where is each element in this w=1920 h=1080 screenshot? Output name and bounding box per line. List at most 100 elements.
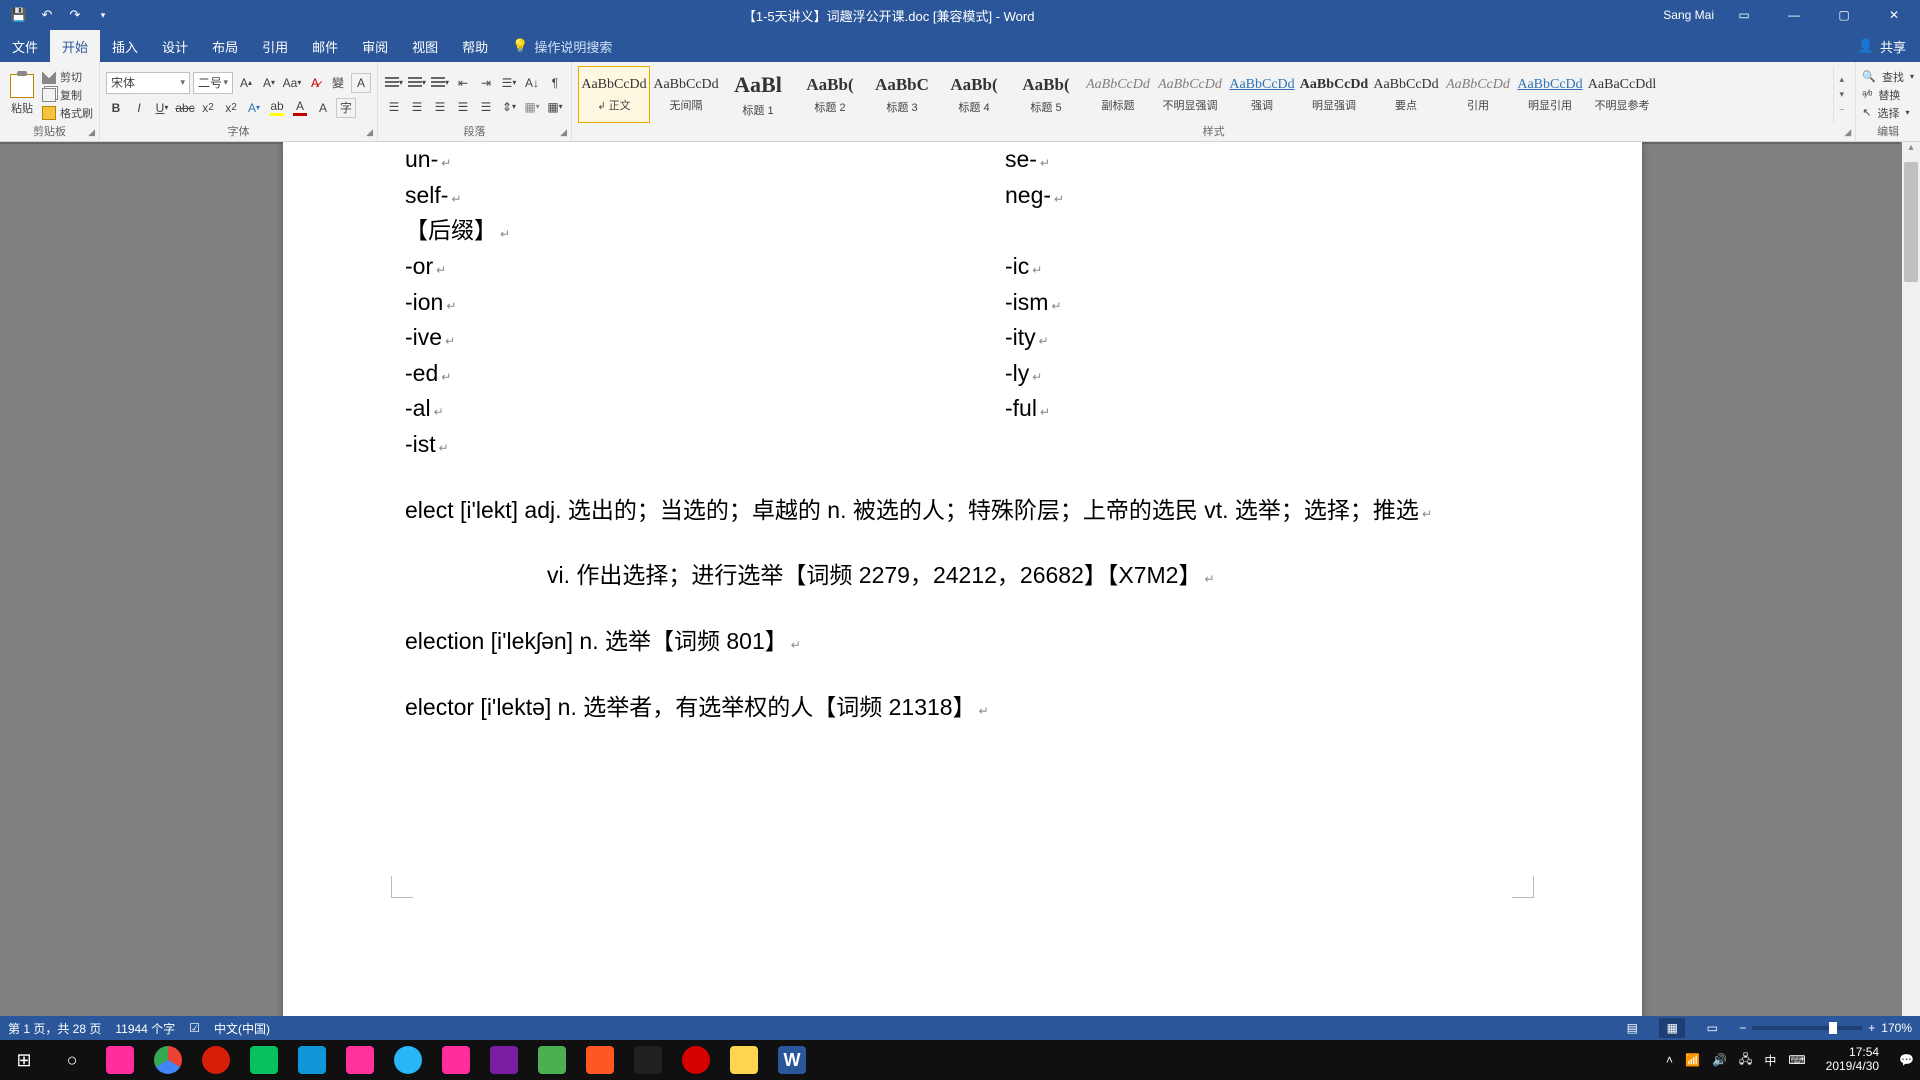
status-language[interactable]: 中文(中国) <box>214 1020 270 1037</box>
view-print-layout[interactable]: ▦ <box>1659 1018 1685 1038</box>
taskbar-app-chrome[interactable] <box>144 1040 192 1080</box>
replace-button[interactable]: ᵃ⁄ᵇ替换 <box>1862 87 1914 103</box>
align-left-button[interactable]: ☰ <box>384 97 404 117</box>
save-button[interactable]: 💾 <box>8 4 30 26</box>
tab-help[interactable]: 帮助 <box>450 30 500 62</box>
ime-indicator[interactable]: 中 <box>1764 1052 1776 1069</box>
shading-button[interactable]: ▦▾ <box>522 97 542 117</box>
zoom-out-button[interactable]: − <box>1739 1021 1746 1035</box>
show-marks-button[interactable]: ¶ <box>545 73 565 93</box>
font-size-selector[interactable]: 二号▾ <box>193 72 233 94</box>
undo-button[interactable]: ↶ <box>36 4 58 26</box>
style-item-7[interactable]: AaBbCcDd副标题 <box>1082 66 1154 123</box>
paste-button[interactable]: 粘贴 <box>6 66 38 123</box>
change-case-button[interactable]: Aa▾ <box>282 73 302 93</box>
style-item-2[interactable]: AaBl标题 1 <box>722 66 794 123</box>
copy-button[interactable]: 复制 <box>42 87 93 103</box>
style-item-11[interactable]: AaBbCcDd要点 <box>1370 66 1442 123</box>
view-web-layout[interactable]: ▭ <box>1699 1018 1725 1038</box>
tray-expand-icon[interactable]: ˄ <box>1666 1053 1673 1067</box>
taskbar-app-8[interactable] <box>528 1040 576 1080</box>
taskbar-app-10[interactable] <box>624 1040 672 1080</box>
justify-button[interactable]: ☰ <box>453 97 473 117</box>
bluetooth-icon[interactable]: 🖧 <box>1739 1050 1752 1071</box>
style-item-5[interactable]: AaBb(标题 4 <box>938 66 1010 123</box>
tab-design[interactable]: 设计 <box>150 30 200 62</box>
zoom-in-button[interactable]: + <box>1868 1021 1875 1035</box>
tab-insert[interactable]: 插入 <box>100 30 150 62</box>
shrink-font-button[interactable]: A▾ <box>259 73 279 93</box>
format-painter-button[interactable]: 格式刷 <box>42 105 93 121</box>
phonetic-guide-button[interactable]: 變 <box>328 73 348 93</box>
superscript-button[interactable]: x2 <box>221 98 241 118</box>
strikethrough-button[interactable]: abc <box>175 98 195 118</box>
bullets-button[interactable]: ▾ <box>384 73 404 93</box>
font-launcher[interactable]: ◢ <box>366 127 373 138</box>
taskbar-app-2[interactable] <box>192 1040 240 1080</box>
style-item-0[interactable]: AaBbCcDd↲ 正文 <box>578 66 650 123</box>
bold-button[interactable]: B <box>106 98 126 118</box>
network-icon[interactable]: 📶 <box>1685 1053 1700 1067</box>
taskbar-app-5[interactable] <box>384 1040 432 1080</box>
style-item-9[interactable]: AaBbCcDd强调 <box>1226 66 1298 123</box>
status-page[interactable]: 第 1 页，共 28 页 <box>8 1020 101 1037</box>
styles-gallery-more[interactable]: ▴▾⎯ <box>1833 66 1849 123</box>
highlight-button[interactable]: ab <box>267 98 287 118</box>
font-name-selector[interactable]: 宋体▾ <box>106 72 190 94</box>
italic-button[interactable]: I <box>129 98 149 118</box>
tab-home[interactable]: 开始 <box>50 30 100 62</box>
document-area[interactable]: un-se-self-neg- 【后缀】 -or-ic-ion-ism-ive-… <box>0 142 1920 1052</box>
status-word-count[interactable]: 11944 个字 <box>115 1020 175 1037</box>
align-right-button[interactable]: ☰ <box>430 97 450 117</box>
user-name[interactable]: Sang Mai <box>1663 8 1714 22</box>
decrease-indent-button[interactable]: ⇤ <box>453 73 473 93</box>
tab-references[interactable]: 引用 <box>250 30 300 62</box>
tab-layout[interactable]: 布局 <box>200 30 250 62</box>
scroll-thumb[interactable] <box>1904 162 1918 282</box>
taskbar-app-6[interactable] <box>432 1040 480 1080</box>
multilevel-list-button[interactable]: ▾ <box>430 73 450 93</box>
style-item-4[interactable]: AaBbC标题 3 <box>866 66 938 123</box>
numbering-button[interactable]: ▾ <box>407 73 427 93</box>
grow-font-button[interactable]: A▴ <box>236 73 256 93</box>
styles-launcher[interactable]: ◢ <box>1844 127 1851 138</box>
character-border-button[interactable]: A <box>351 73 371 93</box>
view-read-mode[interactable]: ▤ <box>1619 1018 1645 1038</box>
maximize-button[interactable]: ▢ <box>1824 0 1864 30</box>
style-item-10[interactable]: AaBbCcDd明显强调 <box>1298 66 1370 123</box>
tell-me-search[interactable]: 💡 操作说明搜索 <box>500 37 624 56</box>
clock[interactable]: 17:54 2019/4/30 <box>1818 1046 1887 1074</box>
increase-indent-button[interactable]: ⇥ <box>476 73 496 93</box>
scroll-up-arrow[interactable]: ▴ <box>1902 142 1920 160</box>
distributed-button[interactable]: ☰ <box>476 97 496 117</box>
cut-button[interactable]: 剪切 <box>42 69 93 85</box>
redo-button[interactable]: ↷ <box>64 4 86 26</box>
style-item-8[interactable]: AaBbCcDd不明显强调 <box>1154 66 1226 123</box>
taskbar-app-record[interactable] <box>672 1040 720 1080</box>
clear-formatting-button[interactable]: A̷ <box>305 73 325 93</box>
tab-file[interactable]: 文件 <box>0 30 50 62</box>
keyboard-icon[interactable]: ⌨ <box>1788 1053 1805 1067</box>
underline-button[interactable]: U▾ <box>152 98 172 118</box>
tab-mailings[interactable]: 邮件 <box>300 30 350 62</box>
font-color-button[interactable]: A <box>290 98 310 118</box>
sort-button[interactable]: A↓ <box>522 73 542 93</box>
start-button[interactable]: ⊞ <box>0 1040 48 1080</box>
page-content[interactable]: un-se-self-neg- 【后缀】 -or-ic-ion-ism-ive-… <box>405 142 1520 725</box>
align-center-button[interactable]: ☰ <box>407 97 427 117</box>
zoom-value[interactable]: 170% <box>1881 1021 1912 1035</box>
ribbon-options-button[interactable]: ▭ <box>1724 0 1764 30</box>
vertical-scrollbar[interactable]: ▴ ▾ <box>1902 142 1920 1052</box>
share-button[interactable]: 👤 共享 <box>1844 37 1920 56</box>
taskbar-app-7[interactable] <box>480 1040 528 1080</box>
proofing-icon[interactable]: ☑ <box>189 1021 200 1035</box>
line-spacing-button[interactable]: ⇕▾ <box>499 97 519 117</box>
borders-button[interactable]: ▦▾ <box>545 97 565 117</box>
zoom-slider[interactable] <box>1752 1026 1862 1030</box>
minimize-button[interactable]: — <box>1774 0 1814 30</box>
tab-view[interactable]: 视图 <box>400 30 450 62</box>
character-shading-button[interactable]: A <box>313 98 333 118</box>
close-button[interactable]: ✕ <box>1874 0 1914 30</box>
paragraph-launcher[interactable]: ◢ <box>560 127 567 138</box>
asian-layout-button[interactable]: ☰▾ <box>499 73 519 93</box>
